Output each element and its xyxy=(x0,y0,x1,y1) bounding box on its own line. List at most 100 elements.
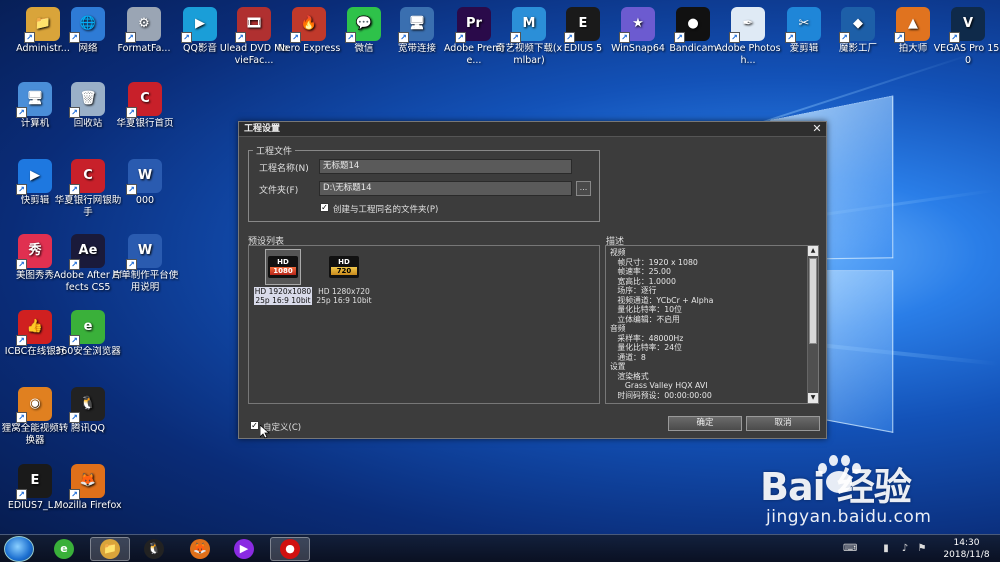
ok-button[interactable]: 确定 xyxy=(668,416,742,431)
shortcut-arrow-icon: ↗ xyxy=(181,32,192,43)
desktop-icon[interactable]: 🐧 ↗ 腾讯QQ xyxy=(53,383,123,449)
desktop-icon[interactable]: W ↗ 片单制作平台使用说明 xyxy=(110,230,180,296)
app-icon: 🗑 ↗ xyxy=(71,82,105,116)
create-folder-checkbox[interactable]: ✓ xyxy=(320,203,329,212)
app-icon: 🖥 ↗ xyxy=(400,7,434,41)
shortcut-arrow-icon: ↗ xyxy=(16,489,27,500)
app-icon: ▶ ↗ xyxy=(183,7,217,41)
folder-path-input[interactable]: D:\无标题14 xyxy=(319,181,572,196)
taskbar-app-icon: ● xyxy=(280,539,300,559)
app-icon: 🐧 ↗ xyxy=(71,387,105,421)
preset-hd720[interactable]: HD 720 HD 1280x720 25p 16:9 10bit xyxy=(315,247,373,305)
project-file-group: 工程文件 工程名称(N) 无标题14 文件夹(F) D:\无标题14 ... ✓… xyxy=(248,150,600,222)
shortcut-arrow-icon: ↗ xyxy=(126,107,137,118)
project-name-input[interactable]: 无标题14 xyxy=(319,159,572,174)
shortcut-arrow-icon: ↗ xyxy=(16,107,27,118)
shortcut-arrow-icon: ↗ xyxy=(235,32,246,43)
preset-hd1080[interactable]: HD 1080 HD 1920x1080 25p 16:9 10bit xyxy=(254,247,312,305)
app-icon: C ↗ xyxy=(71,159,105,193)
description-line: 宽高比：1.0000 xyxy=(610,277,800,287)
description-line: 帧尺寸：1920 x 1080 xyxy=(610,258,800,268)
flag-icon[interactable]: ⚑ xyxy=(916,543,928,555)
cancel-button[interactable]: 取消 xyxy=(746,416,820,431)
project-name-label: 工程名称(N) xyxy=(259,161,309,174)
taskbar-app-button[interactable]: ▶ xyxy=(224,537,264,561)
description-line: 设置 xyxy=(610,362,800,372)
scroll-thumb[interactable] xyxy=(809,258,817,344)
app-icon: ★ ↗ xyxy=(621,7,655,41)
volume-icon[interactable]: ♪ xyxy=(899,543,911,555)
shortcut-arrow-icon: ↗ xyxy=(839,32,850,43)
mouse-cursor-icon xyxy=(260,425,270,439)
app-icon: ◉ ↗ xyxy=(18,387,52,421)
shortcut-arrow-icon: ↗ xyxy=(16,412,27,423)
app-icon: M ↗ xyxy=(512,7,546,41)
keyboard-icon[interactable]: ⌨ xyxy=(843,543,855,555)
description-line: 立体编辑：不启用 xyxy=(610,315,800,325)
description-line: 通道：8 xyxy=(610,353,800,363)
close-icon[interactable]: ✕ xyxy=(811,123,823,135)
shortcut-arrow-icon: ↗ xyxy=(729,32,740,43)
shortcut-arrow-icon: ↗ xyxy=(894,32,905,43)
custom-checkbox[interactable]: ✓ xyxy=(250,421,259,430)
app-icon: 👍 ↗ xyxy=(18,310,52,344)
taskbar-app-button[interactable]: 🦊 xyxy=(180,537,220,561)
app-icon: ⚙ ↗ xyxy=(127,7,161,41)
taskbar-app-button[interactable]: ● xyxy=(270,537,310,561)
dialog-title: 工程设置 xyxy=(244,124,280,134)
taskbar-app-icon: 🐧 xyxy=(144,539,164,559)
desktop-icon[interactable]: C ↗ 华夏银行首页 xyxy=(110,78,180,144)
app-icon: 秀 ↗ xyxy=(18,234,52,268)
app-icon: ✒ ↗ xyxy=(731,7,765,41)
shortcut-arrow-icon: ↗ xyxy=(69,335,80,346)
description-line: 量化比特率：10位 xyxy=(610,305,800,315)
hd-1080-icon: HD 1080 xyxy=(265,249,301,285)
clock[interactable]: 14:30 2018/11/8 xyxy=(939,537,994,561)
taskbar-app-button[interactable]: 📁 xyxy=(90,537,130,561)
desktop-icon[interactable]: V ↗ VEGAS Pro 15.0 xyxy=(933,3,1000,69)
taskbar-app-button[interactable]: e xyxy=(44,537,84,561)
taskbar-app-icon: e xyxy=(54,539,74,559)
shortcut-arrow-icon: ↗ xyxy=(564,32,575,43)
app-icon: e ↗ xyxy=(71,310,105,344)
scroll-down-icon[interactable]: ▼ xyxy=(808,393,818,403)
shortcut-arrow-icon: ↗ xyxy=(69,412,80,423)
app-icon: 🦊 ↗ xyxy=(71,464,105,498)
desktop-icon-label: Mozilla Firefox xyxy=(53,500,123,512)
desktop-icon-label: 000 xyxy=(110,195,180,207)
app-icon: ● ↗ xyxy=(676,7,710,41)
clock-time: 14:30 xyxy=(939,537,994,549)
desktop-icon[interactable]: 🦊 ↗ Mozilla Firefox xyxy=(53,460,123,526)
app-icon: Ae ↗ xyxy=(71,234,105,268)
shortcut-arrow-icon: ↗ xyxy=(510,32,521,43)
project-settings-dialog: 工程设置 ✕ 工程文件 工程名称(N) 无标题14 文件夹(F) D:\无标题1… xyxy=(238,121,827,439)
taskbar-app-button[interactable]: 🐧 xyxy=(134,537,174,561)
description-line: 视频 xyxy=(610,248,800,258)
description-scrollbar[interactable]: ▲ ▼ xyxy=(807,246,818,403)
shortcut-arrow-icon: ↗ xyxy=(674,32,685,43)
shortcut-arrow-icon: ↗ xyxy=(69,107,80,118)
network-icon[interactable]: ▮ xyxy=(880,543,892,555)
preset-caption: HD 1280x720 25p 16:9 10bit xyxy=(315,287,373,305)
shortcut-arrow-icon: ↗ xyxy=(455,32,466,43)
app-icon: W ↗ xyxy=(128,159,162,193)
desktop-icon-label: 片单制作平台使用说明 xyxy=(110,270,180,294)
preset-caption: HD 1920x1080 25p 16:9 10bit xyxy=(254,287,312,305)
taskbar-app-icon: 🦊 xyxy=(190,539,210,559)
browse-button[interactable]: ... xyxy=(576,181,591,196)
app-icon: V ↗ xyxy=(951,7,985,41)
app-icon: ✂ ↗ xyxy=(787,7,821,41)
shortcut-arrow-icon: ↗ xyxy=(619,32,630,43)
scroll-up-icon[interactable]: ▲ xyxy=(808,246,818,256)
app-icon: ◆ ↗ xyxy=(841,7,875,41)
desktop-icon[interactable]: W ↗ 000 xyxy=(110,155,180,221)
app-icon: ▲ ↗ xyxy=(896,7,930,41)
shortcut-arrow-icon: ↗ xyxy=(69,184,80,195)
taskbar: e 📁 🐧 🦊 ▶ ● ⌨ ▮ ♪ ⚑ 14:30 2018/11/8 xyxy=(0,534,1000,562)
shortcut-arrow-icon: ↗ xyxy=(126,184,137,195)
clock-date: 2018/11/8 xyxy=(939,549,994,561)
desktop-icon[interactable]: e ↗ 360安全浏览器 xyxy=(53,306,123,372)
app-icon: 💬 ↗ xyxy=(347,7,381,41)
dialog-title-bar[interactable]: 工程设置 ✕ xyxy=(239,122,826,137)
start-button[interactable] xyxy=(4,536,34,562)
